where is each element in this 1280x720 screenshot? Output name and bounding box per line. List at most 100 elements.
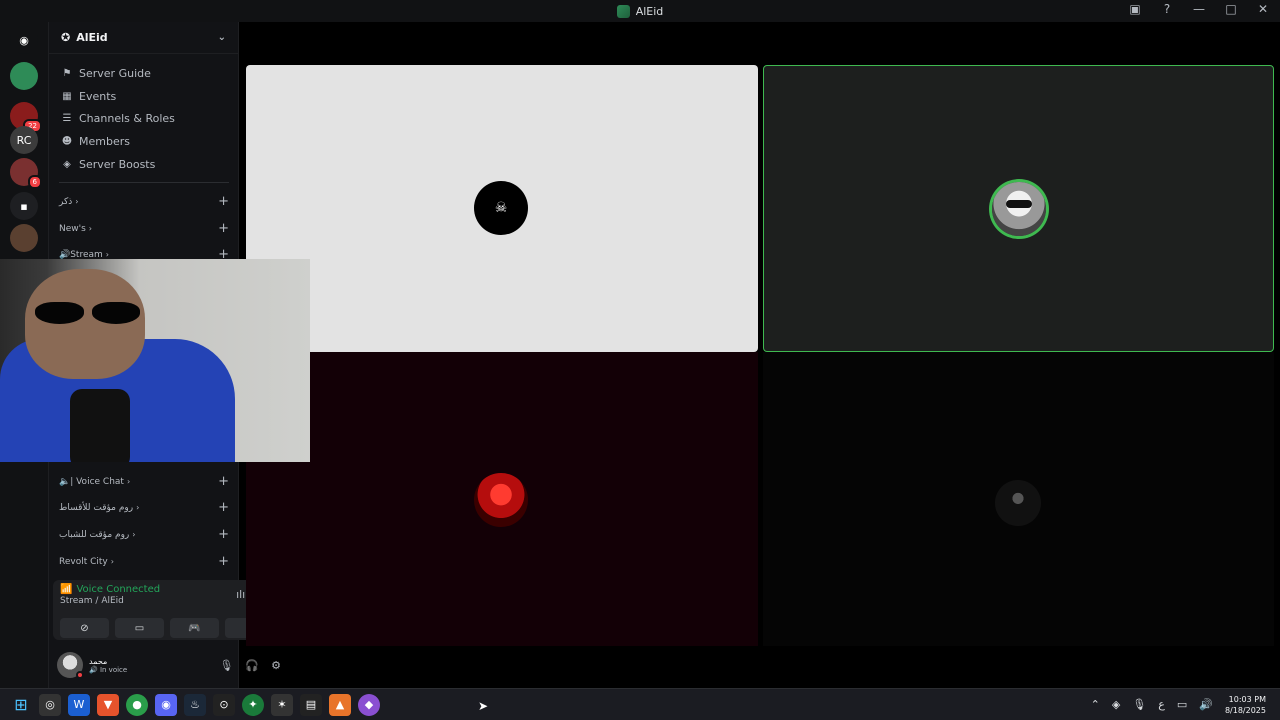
add-channel-icon[interactable]: + [218,194,229,209]
user-panel: محمد 🔊 In voice 🎙 🎧 ⚙ [57,650,281,680]
video-tile-4[interactable] [763,352,1274,646]
discord-icon[interactable]: ◉ [155,693,177,716]
add-channel-icon[interactable]: + [218,527,229,542]
sidebar-item-label: Channels & Roles [79,112,175,126]
server-rc-icon[interactable]: RC [10,126,38,154]
channel-category[interactable]: ذكر › + [59,194,229,209]
channel-category[interactable]: Revolt City › + [59,554,229,569]
add-channel-icon[interactable]: + [218,554,229,569]
video-tile-1[interactable]: ☠ [246,65,758,352]
chevron-right-icon: › [75,197,79,206]
app-icon-2[interactable]: W [68,693,90,716]
channel-category[interactable]: روم مؤقت للشباب › + [59,527,229,542]
server-glyph: ▪ [20,199,28,213]
server-eagle-icon[interactable] [10,224,38,252]
chevron-right-icon: › [132,530,136,539]
minimize-icon[interactable]: — [1190,2,1208,16]
microphone-icon[interactable]: 🎙 [219,659,233,672]
sidebar-item-server-guide[interactable]: ⚑ Server Guide [61,67,151,80]
chevron-right-icon: › [110,557,114,566]
server-glyph: RC [16,133,32,147]
add-channel-icon[interactable]: + [218,221,229,236]
user-info[interactable]: محمد 🔊 In voice [89,657,127,674]
chrome-icon[interactable]: ● [126,693,148,716]
screen-share-icon[interactable]: ▣ [1126,2,1144,16]
status-dot [76,671,84,679]
sidebar-item-members[interactable]: ☻ Members [61,135,130,148]
xbox-icon[interactable]: ✦ [242,693,264,716]
settings-gear-icon[interactable]: ⚙ [271,659,281,672]
chevron-right-icon: › [88,224,92,233]
participant-avatar-skull: ☠ [474,181,528,235]
app-icon-5[interactable]: ▤ [300,693,322,716]
category-label: روم مؤقت للشباب [59,529,130,540]
members-icon: ☻ [61,136,73,148]
mouse-cursor-icon: ➤ [478,699,489,713]
video-tile-3[interactable] [246,352,758,646]
defender-icon[interactable]: ◈ [1112,698,1120,711]
server-alEid-icon[interactable] [10,62,38,90]
chevron-down-icon[interactable]: ⌄ [218,32,226,43]
server-guild-icon: ✪ [61,31,71,44]
language-indicator[interactable]: ع [1158,698,1165,711]
discord-app: AlEid ▣? — □ ✕ ◉ 22 RC 6 ▪ ✪ AlEid ⌄ ⚑ Server Gu… [0,0,1280,720]
camera-person-face [25,269,145,379]
app-icon-3[interactable]: ⊙ [213,693,235,716]
add-channel-icon[interactable]: + [218,500,229,515]
server-guide-icon: ⚑ [62,68,72,79]
window-title-text: AlEid [635,4,664,18]
window-title: AlEid [616,4,664,18]
screen-share-button[interactable]: ▭ [115,618,164,638]
avatar[interactable] [57,652,84,679]
activity-icon: 🎮 [188,622,201,634]
camera-person-sunglasses [35,302,140,324]
sidebar-item-events[interactable]: ▦ Events [61,90,116,103]
self-camera-preview[interactable] [0,259,310,462]
events-icon: ▦ [62,90,72,102]
voice-status-text: Voice Connected [76,584,161,595]
channel-category[interactable]: 🔈| Voice Chat › + [59,474,229,489]
sidebar-item-label: Events [79,89,117,103]
network-icon[interactable]: ▭ [1177,698,1187,711]
maximize-icon[interactable]: □ [1222,2,1240,16]
video-tile-2-speaking[interactable] [763,65,1274,352]
discord-home-icon[interactable]: ◉ [10,26,38,54]
server-header[interactable]: ✪ AlEid ⌄ [49,22,238,54]
volume-icon[interactable]: 🔊 [1199,698,1213,711]
headphones-icon[interactable]: 🎧 [245,659,259,672]
category-label: 🔊Stream [59,249,103,260]
clock-time: 10:03 PM [1228,694,1266,704]
participant-avatar-speaking [992,182,1046,236]
close-icon[interactable]: ✕ [1254,2,1272,16]
app-icon-7[interactable]: ◆ [358,693,380,716]
sidebar-item-server-boosts[interactable]: ◈ Server Boosts [61,158,155,171]
chevron-right-icon: › [126,477,131,486]
app-icon-6[interactable]: ▲ [329,693,351,716]
channel-category[interactable]: روم مؤقت للأقساط › + [59,500,229,515]
system-tray: ⌃ ◈ 🎙 ع ▭ 🔊 10:03 PM 8/18/2025 [1091,694,1266,716]
server-glyph: ◉ [19,33,29,47]
activity-button[interactable]: 🎮 [170,618,219,638]
server-anime-icon[interactable]: 6 [10,158,42,189]
app-icon-1[interactable]: ◎ [39,693,61,716]
os-taskbar: ⊞ ◎ W ▼ ● ◉ ♨ ⊙ ✦ ✶ ▤ ▲ ◆ ⌃ ◈ 🎙 ع ▭ 🔊 10… [0,688,1280,720]
sunglasses-icon [1006,200,1032,208]
add-channel-icon[interactable]: + [218,474,229,489]
chevron-up-icon[interactable]: ⌃ [1091,698,1100,711]
app-icon-4[interactable]: ✶ [271,693,293,716]
brave-icon[interactable]: ▼ [97,693,119,716]
server-folder-icon[interactable]: ▪ [10,192,38,220]
server-icon [616,4,630,18]
channel-category[interactable]: New's › + [59,221,229,236]
server-name: AlEid [76,31,108,44]
help-icon[interactable]: ? [1158,2,1176,16]
microphone-tray-icon[interactable]: 🎙 [1132,698,1146,711]
user-status-text: In voice [99,665,128,674]
clock[interactable]: 10:03 PM 8/18/2025 [1225,694,1266,716]
camera-off-button[interactable]: ⊘ [60,618,109,638]
user-status: 🔊 In voice [89,665,128,674]
sidebar-item-channels-roles[interactable]: ☰ Channels & Roles [61,112,175,125]
category-label: 🔈| Voice Chat [59,476,124,487]
windows-start-icon[interactable]: ⊞ [10,694,32,716]
steam-icon[interactable]: ♨ [184,693,206,716]
